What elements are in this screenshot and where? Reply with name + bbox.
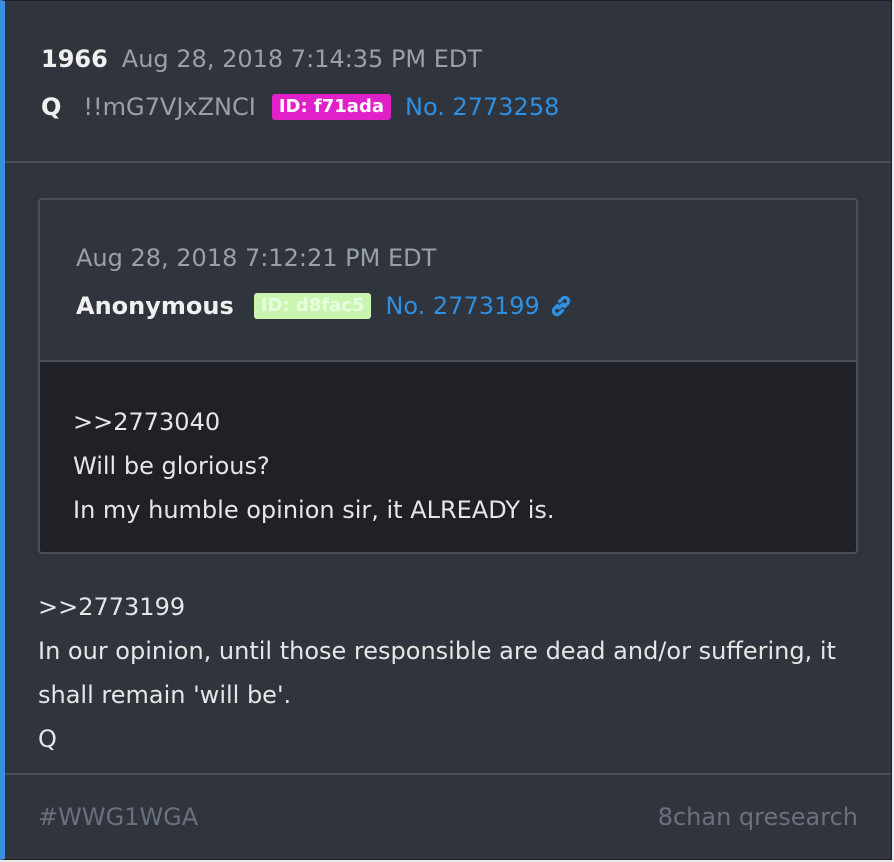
post-number-link[interactable]: No. 2773258 bbox=[405, 93, 559, 121]
quoted-reply-reference[interactable]: >>2773040 bbox=[73, 400, 856, 444]
post-body-line: shall remain 'will be'. bbox=[38, 681, 292, 709]
post-card: 1966 Aug 28, 2018 7:14:35 PM EDT Q !!mG7… bbox=[0, 0, 892, 860]
post-body: >>2773199 In our opinion, until those re… bbox=[38, 585, 868, 761]
quoted-post-header: Aug 28, 2018 7:12:21 PM EDT Anonymous ID… bbox=[40, 200, 856, 362]
quoted-body-line: Will be glorious? bbox=[73, 452, 270, 480]
post-body-line: In our opinion, until those responsible … bbox=[38, 637, 836, 665]
post-date: Aug 28, 2018 7:14:35 PM EDT bbox=[121, 45, 483, 73]
quoted-post: Aug 28, 2018 7:12:21 PM EDT Anonymous ID… bbox=[38, 198, 858, 554]
quoted-post-author: Anonymous bbox=[76, 292, 234, 320]
hashtag-label: #WWG1WGA bbox=[38, 803, 199, 831]
quoted-poster-id-badge: ID: d8fac5 bbox=[253, 293, 372, 319]
quoted-post-body: >>2773040 Will be glorious? In my humble… bbox=[40, 362, 856, 552]
post-body-signature: Q bbox=[38, 725, 57, 753]
quoted-post-number-link[interactable]: No. 2773199 bbox=[385, 292, 539, 320]
quoted-body-line: In my humble opinion sir, it ALREADY is. bbox=[73, 496, 555, 524]
source-label: 8chan qresearch bbox=[657, 803, 858, 831]
post-number: 1966 bbox=[41, 45, 108, 73]
reply-reference[interactable]: >>2773199 bbox=[38, 585, 868, 629]
post-tripcode: !!mG7VJxZNCI bbox=[83, 93, 256, 121]
chain-link-icon[interactable] bbox=[548, 293, 574, 319]
post-author: Q bbox=[41, 93, 62, 121]
quoted-post-date: Aug 28, 2018 7:12:21 PM EDT bbox=[76, 244, 437, 272]
poster-id-badge: ID: f71ada bbox=[271, 94, 391, 120]
post-footer: #WWG1WGA 8chan qresearch bbox=[5, 773, 891, 859]
post-header: 1966 Aug 28, 2018 7:14:35 PM EDT Q !!mG7… bbox=[5, 1, 891, 163]
